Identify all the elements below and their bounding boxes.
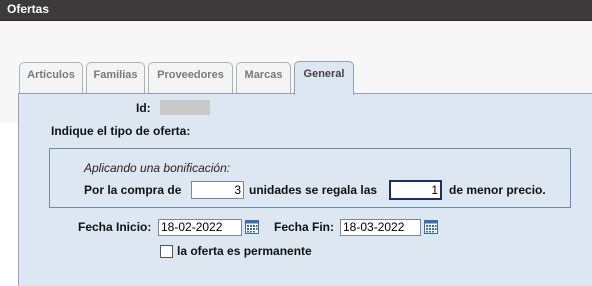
tab-proveedores[interactable]: Proveedores (148, 62, 233, 94)
id-value (160, 100, 210, 115)
permanent-label: la oferta es permanente (177, 244, 312, 258)
start-date-input[interactable]: 18-02-2022 (158, 219, 242, 236)
end-date-label: Fecha Fin: (274, 220, 335, 234)
bonus-offer-group: Aplicando una bonificación: Por la compr… (49, 148, 571, 208)
window-title: Ofertas (0, 0, 592, 21)
id-label: Id: (136, 101, 151, 115)
bonus-prefix-label: Por la compra de (84, 183, 182, 197)
tab-articulos[interactable]: Artículos (19, 62, 83, 94)
end-date-input[interactable]: 18-03-2022 (340, 219, 421, 236)
buy-quantity-input[interactable] (191, 181, 244, 199)
tab-marcas[interactable]: Marcas (236, 62, 291, 94)
calendar-icon[interactable] (245, 220, 259, 234)
ofertas-window: Ofertas Artículos Familias Proveedores M… (0, 0, 592, 286)
bonus-middle-label: unidades se regala las (249, 183, 378, 197)
permanent-checkbox[interactable] (160, 245, 173, 258)
start-date-label: Fecha Inicio: (78, 220, 152, 234)
tab-familias[interactable]: Familias (86, 62, 145, 94)
calendar-icon[interactable] (424, 220, 438, 234)
offer-type-label: Indique el tipo de oferta: (51, 124, 191, 138)
bonus-heading: Aplicando una bonificación: (84, 161, 231, 175)
bonus-suffix-label: de menor precio. (449, 183, 546, 197)
tab-general[interactable]: General (294, 61, 354, 95)
free-quantity-input[interactable] (389, 180, 442, 200)
